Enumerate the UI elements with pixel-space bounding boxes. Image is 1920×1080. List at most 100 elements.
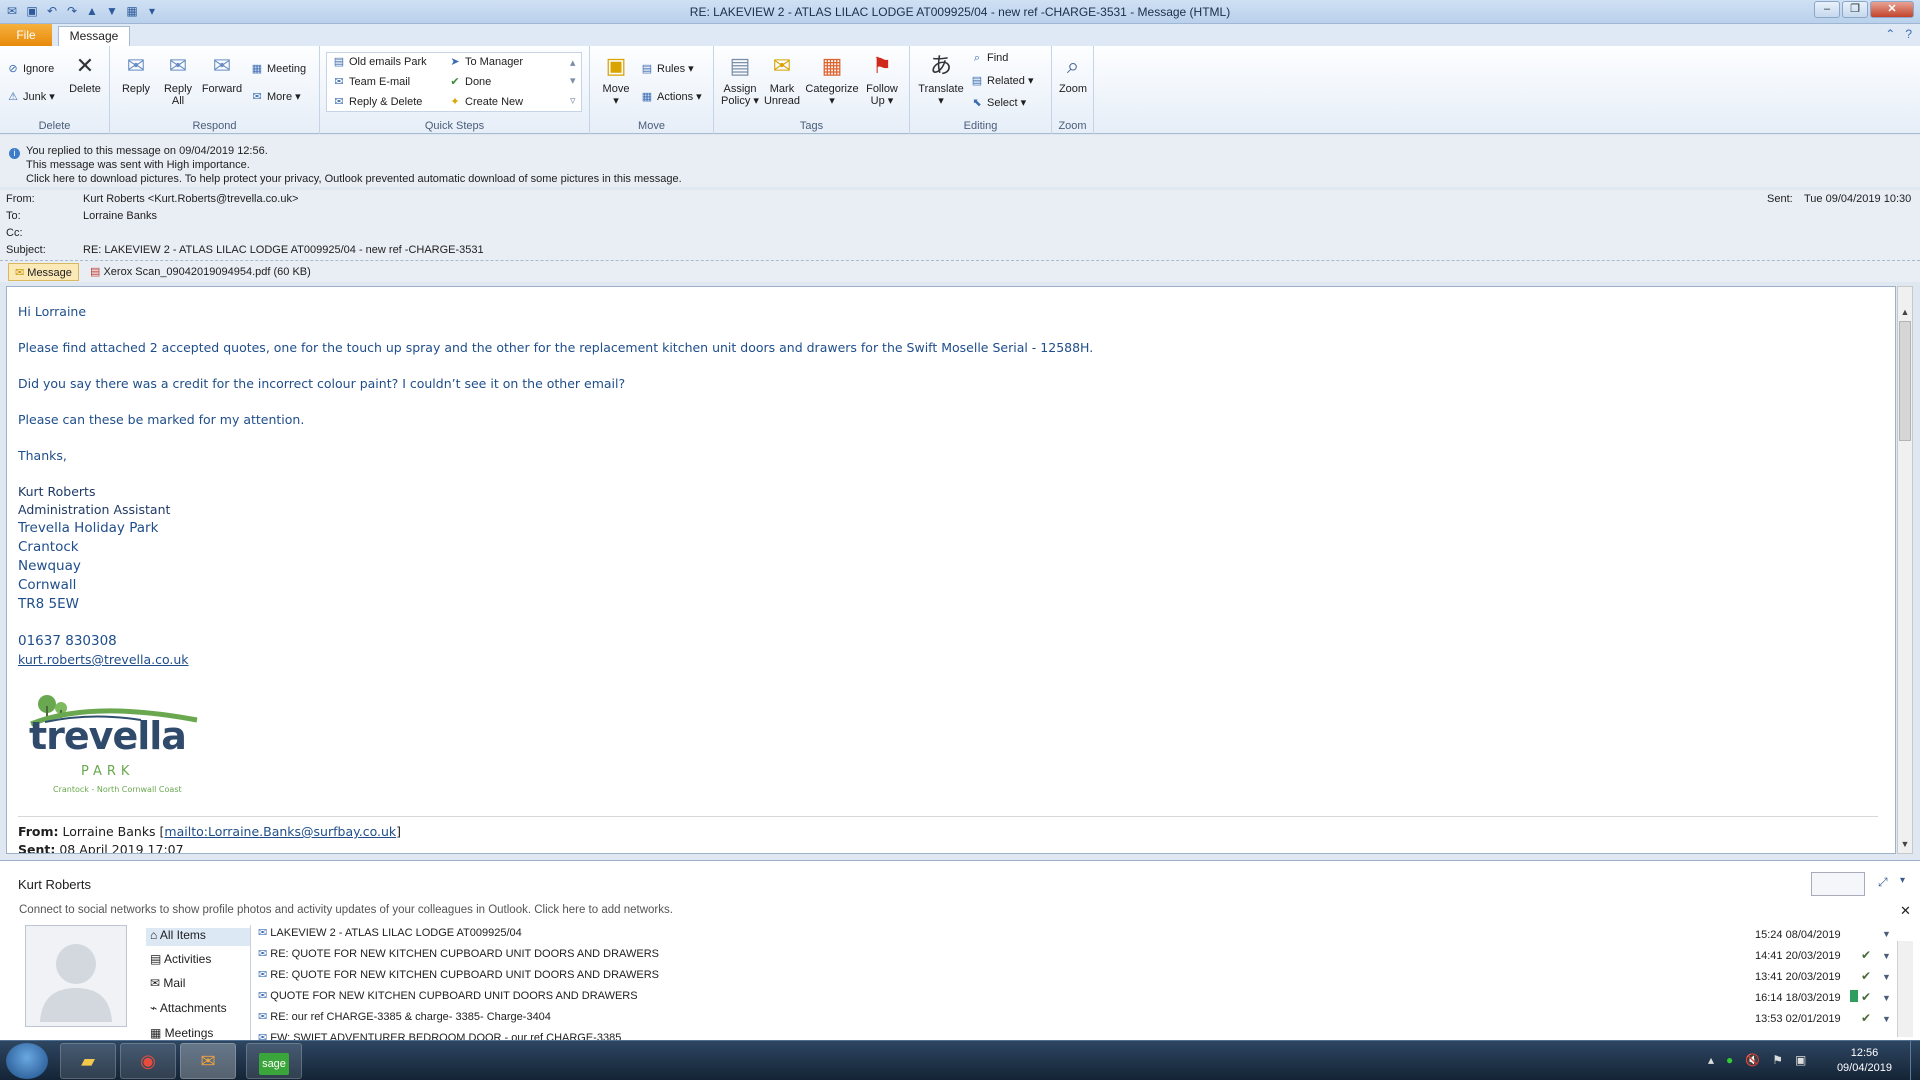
to-manager-icon: ➤ [450, 56, 460, 68]
chrome-icon: ◉ [140, 1051, 156, 1071]
mark-unread-button[interactable]: ✉ Mark Unread [762, 52, 802, 107]
collapse-pane-icon[interactable]: ▾ [1900, 875, 1905, 886]
social-networks-hint[interactable]: Connect to social networks to show profi… [19, 904, 673, 916]
minimize-ribbon-icon[interactable]: ⌃ [1885, 27, 1895, 41]
info-download-pictures[interactable]: Click here to download pictures. To help… [26, 173, 682, 185]
nav-meetings[interactable]: ▦ Meetings [146, 1026, 213, 1040]
activity-item[interactable]: ✉ RE: QUOTE FOR NEW KITCHEN CUPBOARD UNI… [258, 968, 659, 981]
attachment-message-tab[interactable]: ✉ Message [8, 263, 79, 281]
activity-item[interactable]: ✉ RE: our ref CHARGE-3385 & charge- 3385… [258, 1010, 551, 1023]
related-icon: ▤ [971, 75, 983, 87]
nav-mail[interactable]: ✉ Mail [146, 976, 185, 990]
junk-button[interactable]: ⚠ Junk ▾ [6, 90, 55, 103]
quickstep-reply-delete[interactable]: ✉ Reply & Delete [332, 95, 422, 108]
select-button[interactable]: ⬉ Select ▾ [970, 96, 1026, 109]
expand-pane-icon[interactable]: ⤢ [1878, 875, 1888, 890]
body-scrollbar[interactable]: ▲ ▼ [1897, 286, 1913, 854]
nav-all-items[interactable]: ⌂ All Items [146, 928, 250, 946]
status-green-icon[interactable]: ● [1726, 1053, 1733, 1067]
assign-policy-button[interactable]: ▤ Assign Policy ▾ [720, 52, 760, 107]
delete-button[interactable]: ✕ Delete [66, 52, 104, 95]
people-pane-photos[interactable] [1811, 872, 1865, 896]
activity-menu-arrow[interactable]: ▼ [1882, 972, 1891, 982]
chrome-taskbar-button[interactable]: ◉ [120, 1043, 176, 1079]
activity-item[interactable]: ✉ LAKEVIEW 2 - ATLAS LILAC LODGE AT00992… [258, 926, 522, 939]
from-label: From: [6, 193, 35, 205]
categorize-button[interactable]: ▦ Categorize ▾ [804, 52, 860, 107]
activity-menu-arrow[interactable]: ▼ [1882, 1014, 1891, 1024]
completed-check-icon[interactable]: ✔ [1861, 969, 1871, 983]
minimize-button[interactable]: – [1814, 1, 1840, 18]
from-value[interactable]: Kurt Roberts <Kurt.Roberts@trevella.co.u… [83, 193, 298, 205]
completed-check-icon[interactable]: ✔ [1861, 1011, 1871, 1025]
find-button[interactable]: ⌕ Find [970, 52, 1009, 65]
scroll-thumb[interactable] [1899, 321, 1911, 441]
quickstep-done[interactable]: ✔ Done [448, 75, 491, 88]
reply-all-button[interactable]: ✉ Reply All [160, 52, 196, 107]
explorer-taskbar-button[interactable]: ▰ [60, 1043, 116, 1079]
taskbar-clock[interactable]: 12:56 09/04/2019 [1837, 1046, 1892, 1076]
group-label-move: Move [638, 120, 665, 132]
network-icon[interactable]: ▣ [1795, 1053, 1806, 1067]
attachment-pdf[interactable]: ▤ Xerox Scan_09042019094954.pdf (60 KB) [84, 263, 317, 281]
quickstep-team-email[interactable]: ✉ Team E-mail [332, 75, 410, 88]
to-value[interactable]: Lorraine Banks [83, 210, 157, 222]
message-replied-icon: ✉ [258, 969, 271, 981]
activity-menu-arrow[interactable]: ▼ [1882, 929, 1891, 939]
meeting-icon: ▦ [251, 63, 263, 75]
envelope-icon: ✉ [15, 267, 28, 279]
activity-item[interactable]: ✉ QUOTE FOR NEW KITCHEN CUPBOARD UNIT DO… [258, 989, 638, 1002]
reply-button[interactable]: ✉ Reply [118, 52, 154, 95]
action-center-flag-icon[interactable]: ⚑ [1772, 1053, 1783, 1067]
nav-activities[interactable]: ▤ Activities [146, 952, 211, 966]
group-label-editing: Editing [963, 120, 998, 132]
activity-menu-arrow[interactable]: ▼ [1882, 993, 1891, 1003]
actions-button[interactable]: ▦ Actions ▾ [640, 90, 702, 103]
follow-up-button[interactable]: ⚑ Follow Up ▾ [862, 52, 902, 107]
scroll-down-arrow[interactable]: ▼ [1898, 839, 1912, 851]
show-desktop-button[interactable] [1910, 1041, 1920, 1080]
sage-icon: sage [259, 1053, 289, 1075]
logo-sub: PARK [81, 764, 135, 779]
logo-tagline: Crantock - North Cornwall Coast [53, 785, 182, 794]
volume-muted-icon[interactable]: 🔇 [1745, 1053, 1760, 1067]
nav-attachments[interactable]: ⌁ Attachments [146, 1001, 227, 1015]
message-body[interactable]: Hi Lorraine Please find attached 2 accep… [6, 286, 1896, 854]
close-button[interactable]: ✕ [1870, 1, 1914, 18]
restore-button[interactable]: ❐ [1842, 1, 1868, 18]
quick-steps-expand[interactable]: ▿ [570, 94, 576, 107]
zoom-button[interactable]: ⌕ Zoom [1054, 52, 1092, 95]
tab-message[interactable]: Message [58, 26, 130, 46]
move-button[interactable]: ▣ Move ▾ [598, 52, 634, 107]
meeting-button[interactable]: ▦ Meeting [250, 62, 306, 75]
person-placeholder-icon [40, 944, 112, 1022]
quickstep-old-emails-park[interactable]: ▤ Old emails Park [332, 55, 427, 68]
completed-check-icon[interactable]: ✔ [1861, 990, 1871, 1004]
show-hidden-icons-icon[interactable]: ▴ [1708, 1053, 1714, 1067]
signature-email-link[interactable]: kurt.roberts@trevella.co.uk [18, 652, 189, 667]
close-hint-icon[interactable]: ✕ [1900, 903, 1911, 919]
more-button[interactable]: ✉ More ▾ [250, 90, 300, 103]
scroll-up-arrow[interactable]: ▲ [1898, 307, 1912, 319]
quoted-from-mailto-link[interactable]: mailto:Lorraine.Banks@surfbay.co.uk [164, 824, 396, 839]
related-button[interactable]: ▤ Related ▾ [970, 74, 1034, 87]
outlook-taskbar-button[interactable]: ✉ [180, 1043, 236, 1079]
people-pane-scrollbar[interactable] [1897, 941, 1913, 1037]
quickstep-to-manager[interactable]: ➤ To Manager [448, 55, 523, 68]
help-icon[interactable]: ? [1905, 27, 1912, 41]
activity-item[interactable]: ✉ RE: QUOTE FOR NEW KITCHEN CUPBOARD UNI… [258, 947, 659, 960]
start-button[interactable] [6, 1043, 48, 1079]
rules-button[interactable]: ▤ Rules ▾ [640, 62, 694, 75]
quick-steps-scroll-down[interactable]: ▾ [570, 74, 576, 87]
quickstep-create-new[interactable]: ✦ Create New [448, 95, 523, 108]
translate-button[interactable]: あ Translate ▾ [916, 52, 966, 107]
quick-steps-scroll-up[interactable]: ▴ [570, 56, 576, 69]
sage-taskbar-button[interactable]: sage [246, 1043, 302, 1079]
activity-menu-arrow[interactable]: ▼ [1882, 951, 1891, 961]
tab-file[interactable]: File [0, 24, 52, 46]
quoted-from: From: Lorraine Banks [mailto:Lorraine.Ba… [18, 824, 402, 839]
infobar[interactable]: You replied to this message on 09/04/201… [0, 135, 1920, 187]
ignore-button[interactable]: ⊘ Ignore [6, 62, 54, 75]
forward-button[interactable]: ✉ Forward [200, 52, 244, 95]
completed-check-icon[interactable]: ✔ [1861, 948, 1871, 962]
